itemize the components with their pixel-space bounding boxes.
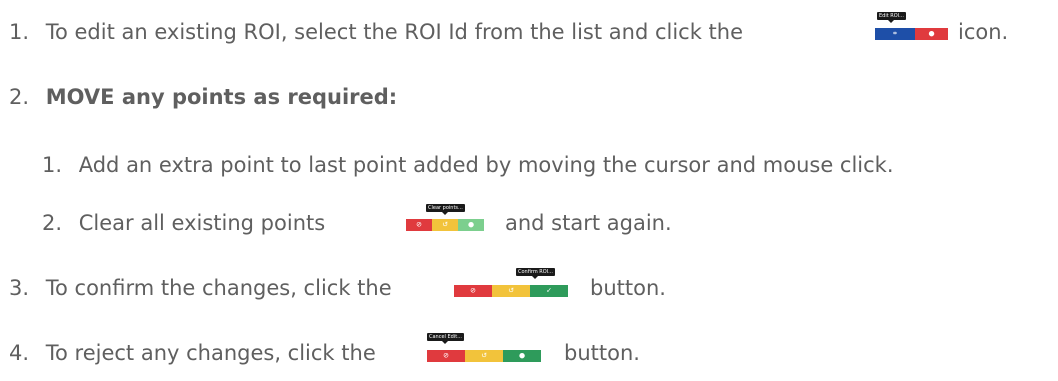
edit-roi-tooltip: Edit ROI... — [877, 12, 906, 23]
check-icon: ✓ — [546, 286, 552, 295]
cancel-edit-button[interactable]: ⊘ — [427, 350, 465, 362]
substep-number: 1. — [42, 153, 63, 177]
step-2: 2. MOVE any points as required: — [9, 84, 397, 110]
step-number: 4. — [9, 341, 30, 365]
step-heading: MOVE any points as required: — [45, 85, 398, 109]
undo-icon: ↺ — [442, 220, 448, 229]
clear-points-button[interactable]: ↺ — [432, 219, 458, 231]
confirm-button[interactable]: ● — [503, 350, 541, 362]
step-number: 2. — [9, 85, 30, 109]
substep-text: Add an extra point to last point added b… — [78, 153, 894, 177]
edit-roi-button-group: ⌗ ● — [875, 28, 948, 40]
cancel-edit-button-group: ⊘ ↺ ● — [427, 350, 541, 362]
step-4: 4. To reject any changes, click the — [9, 340, 376, 366]
substep-text: Clear all existing points — [78, 211, 326, 235]
substep-1: 1. Add an extra point to last point adde… — [42, 152, 894, 178]
step-text: icon. — [958, 20, 1009, 44]
step-text: To edit an existing ROI, select the ROI … — [45, 20, 744, 44]
clear-points-tooltip: Clear points... — [426, 204, 465, 215]
step-3-tail: button. — [590, 275, 666, 301]
step-text: button. — [590, 276, 666, 300]
step-1-tail: icon. — [958, 19, 1008, 45]
step-4-tail: button. — [564, 340, 640, 366]
confirm-roi-tooltip: Confirm ROI... — [516, 268, 555, 279]
check-icon: ● — [518, 351, 526, 360]
trash-icon: ● — [928, 29, 935, 38]
clear-points-button-group: ⊘ ↺ ● — [406, 219, 484, 231]
confirm-roi-button-group: ⊘ ↺ ✓ — [454, 285, 568, 297]
step-number: 1. — [9, 20, 30, 44]
substep-2-tail: and start again. — [505, 210, 672, 236]
step-1: 1. To edit an existing ROI, select the R… — [9, 19, 743, 45]
cancel-button[interactable]: ⊘ — [406, 219, 432, 231]
check-icon: ● — [467, 220, 475, 229]
cancel-edit-tooltip: Cancel Edit... — [427, 333, 464, 344]
step-text: button. — [564, 341, 640, 365]
edit-icon: ⌗ — [893, 29, 897, 38]
undo-icon: ↺ — [508, 286, 514, 295]
confirm-roi-button[interactable]: ✓ — [530, 285, 568, 297]
substep-text: and start again. — [505, 211, 672, 235]
cancel-icon: ⊘ — [470, 286, 476, 295]
edit-roi-button[interactable]: ⌗ — [875, 28, 915, 40]
substep-number: 2. — [42, 211, 63, 235]
cancel-icon: ⊘ — [443, 351, 449, 360]
undo-icon: ↺ — [481, 351, 487, 360]
cancel-icon: ⊘ — [416, 220, 422, 229]
clear-points-button[interactable]: ↺ — [465, 350, 503, 362]
step-number: 3. — [9, 276, 30, 300]
step-text: To confirm the changes, click the — [45, 276, 392, 300]
clear-points-button[interactable]: ↺ — [492, 285, 530, 297]
step-text: To reject any changes, click the — [45, 341, 376, 365]
delete-roi-button[interactable]: ● — [915, 28, 948, 40]
cancel-button[interactable]: ⊘ — [454, 285, 492, 297]
substep-2: 2. Clear all existing points — [42, 210, 325, 236]
step-3: 3. To confirm the changes, click the — [9, 275, 392, 301]
confirm-button[interactable]: ● — [458, 219, 484, 231]
